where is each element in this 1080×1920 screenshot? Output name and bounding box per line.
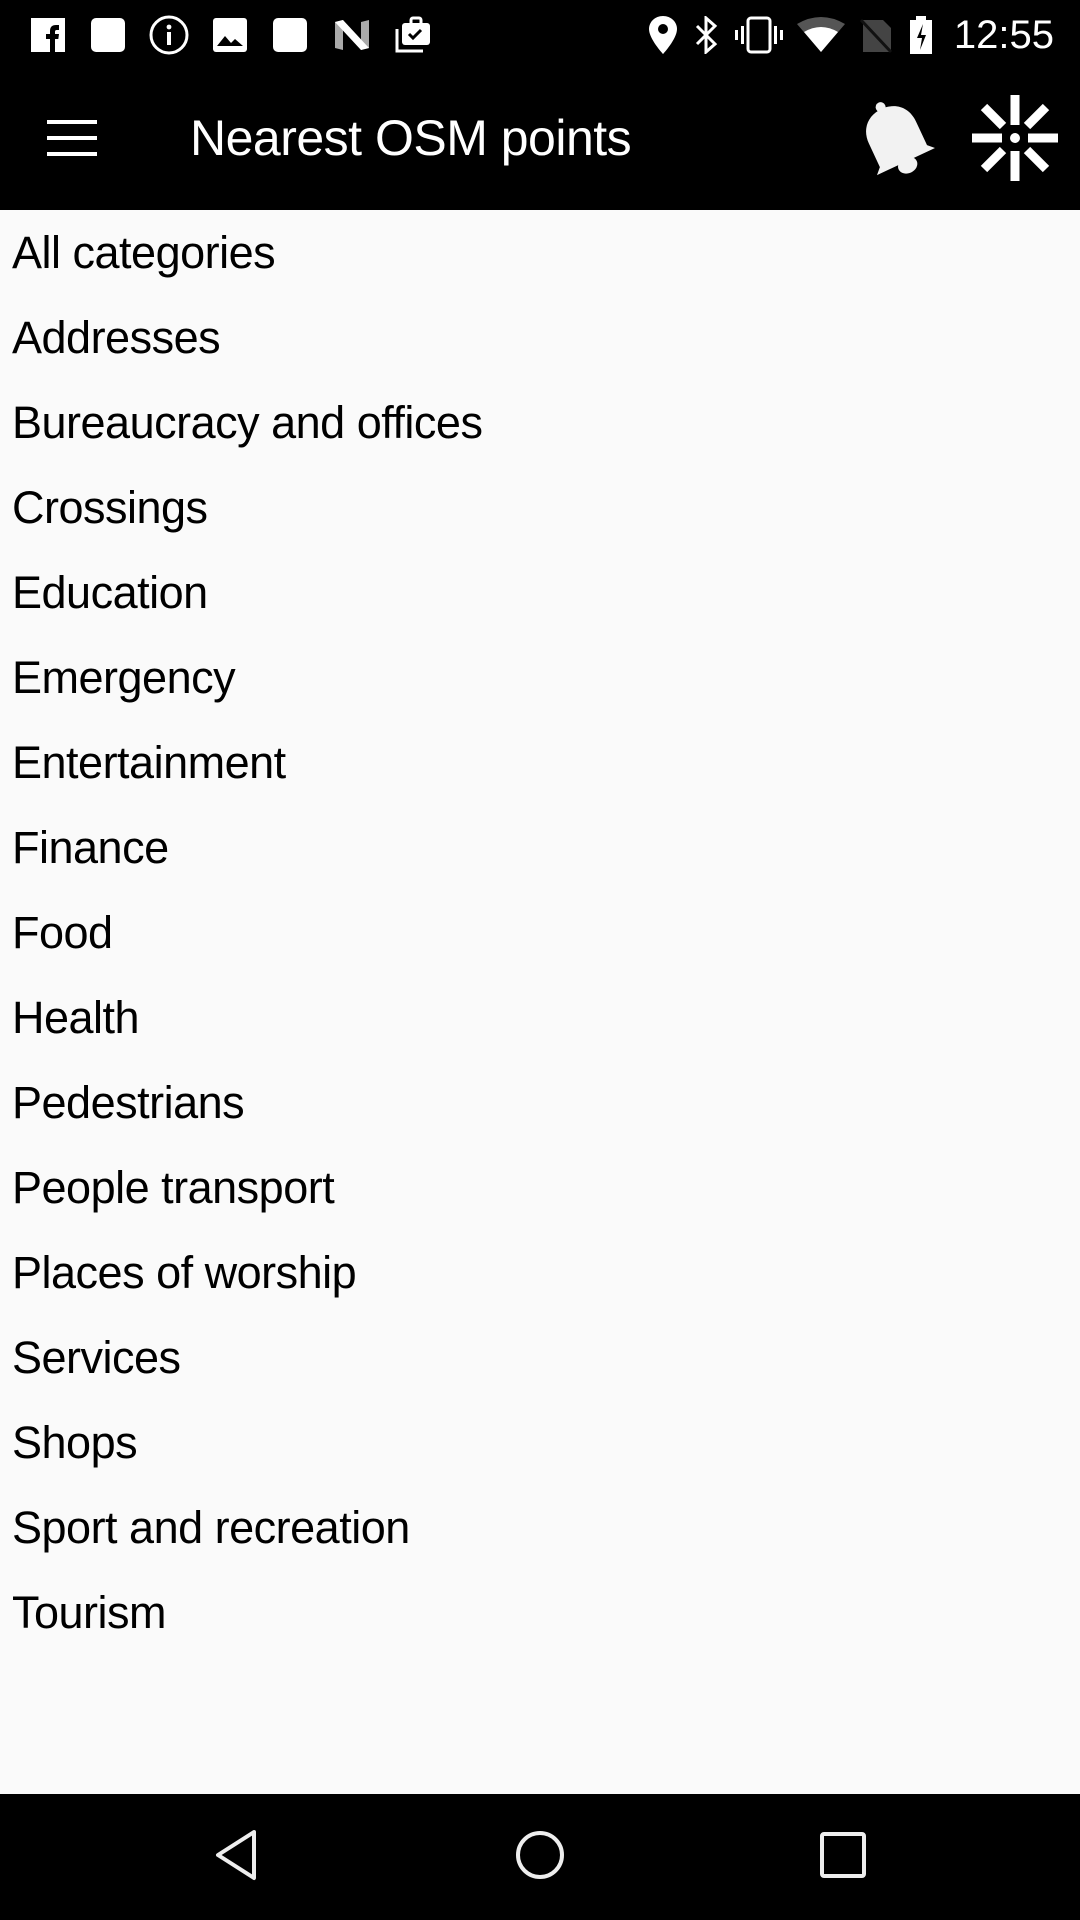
hamburger-menu-icon: [47, 119, 97, 161]
category-item-food[interactable]: Food: [0, 890, 1080, 975]
bluetooth-icon: [693, 16, 721, 54]
page-title: Nearest OSM points: [190, 110, 632, 166]
facebook-icon: [30, 16, 66, 54]
blank-notification-icon: [90, 16, 126, 54]
settings-button[interactable]: [965, 90, 1065, 190]
recents-button[interactable]: [783, 1817, 903, 1897]
no-sim-icon: [858, 16, 894, 54]
category-item-entertainment[interactable]: Entertainment: [0, 720, 1080, 805]
menu-button[interactable]: [30, 106, 114, 174]
category-item-all[interactable]: All categories: [0, 210, 1080, 295]
home-button[interactable]: [480, 1817, 600, 1897]
category-item-sport[interactable]: Sport and recreation: [0, 1485, 1080, 1570]
info-icon: [148, 15, 190, 55]
category-item-bureaucracy[interactable]: Bureaucracy and offices: [0, 380, 1080, 465]
category-item-people-transport[interactable]: People transport: [0, 1145, 1080, 1230]
category-item-shops[interactable]: Shops: [0, 1400, 1080, 1485]
category-item-services[interactable]: Services: [0, 1315, 1080, 1400]
category-item-places-of-worship[interactable]: Places of worship: [0, 1230, 1080, 1315]
back-button[interactable]: [176, 1817, 296, 1897]
category-item-tourism[interactable]: Tourism: [0, 1570, 1080, 1655]
category-list: All categories Addresses Bureaucracy and…: [0, 210, 1080, 1655]
image-icon: [212, 16, 248, 54]
category-item-addresses[interactable]: Addresses: [0, 295, 1080, 380]
category-item-pedestrians[interactable]: Pedestrians: [0, 1060, 1080, 1145]
status-time: 12:55: [953, 13, 1054, 57]
notification-button[interactable]: [845, 90, 945, 190]
app-bar: Nearest OSM points: [0, 70, 1080, 210]
navigation-bar: [0, 1794, 1080, 1920]
category-item-crossings[interactable]: Crossings: [0, 465, 1080, 550]
work-briefcase-check-icon: [392, 16, 434, 54]
vibrate-icon: [734, 16, 784, 54]
battery-charging-icon: [908, 16, 934, 54]
category-item-finance[interactable]: Finance: [0, 805, 1080, 890]
home-icon: [514, 1829, 566, 1886]
category-item-health[interactable]: Health: [0, 975, 1080, 1060]
blank-notification-icon: [272, 16, 308, 54]
bell-icon: [855, 96, 935, 185]
status-bar: 12:55: [0, 0, 1080, 70]
asterisk-settings-icon: [972, 94, 1058, 186]
location-icon: [648, 16, 678, 54]
recents-icon: [819, 1831, 867, 1884]
category-item-education[interactable]: Education: [0, 550, 1080, 635]
n-icon: [332, 16, 372, 54]
category-item-emergency[interactable]: Emergency: [0, 635, 1080, 720]
back-icon: [214, 1829, 258, 1886]
wifi-icon: [796, 16, 846, 54]
